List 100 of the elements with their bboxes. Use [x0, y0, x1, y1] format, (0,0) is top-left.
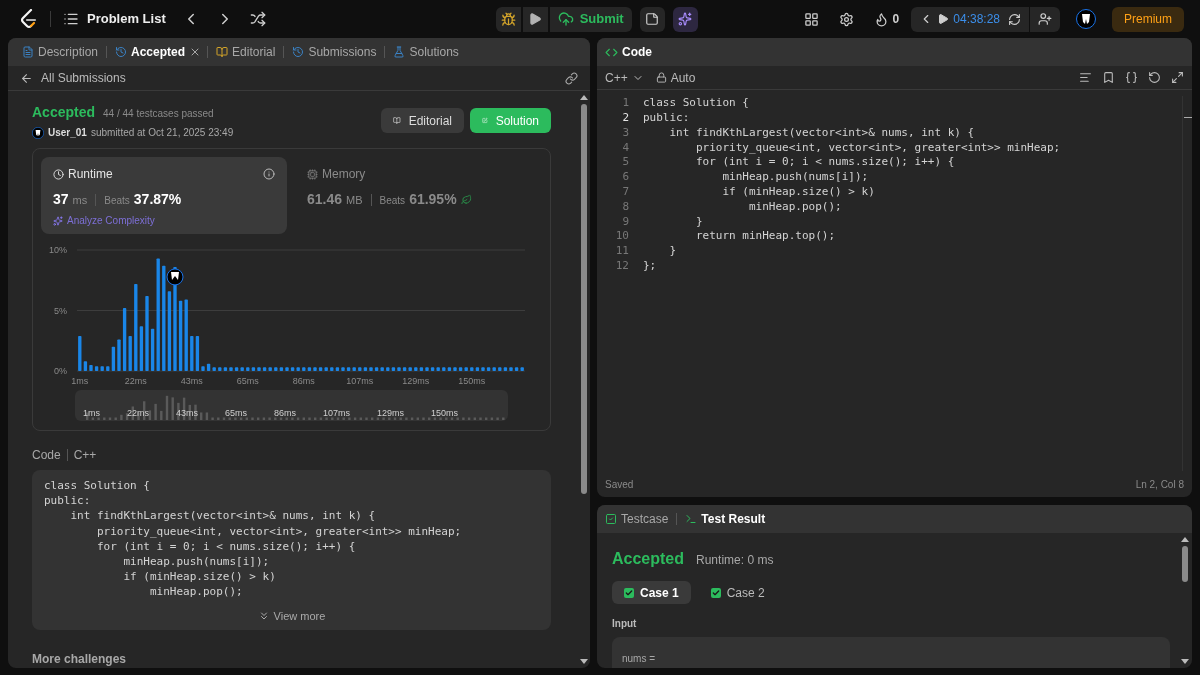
- case-tab[interactable]: Case 1: [612, 581, 691, 604]
- flask-icon: [393, 46, 406, 58]
- clock-icon: [53, 168, 64, 180]
- all-submissions-link[interactable]: All Submissions: [41, 69, 126, 87]
- range-label: 43ms: [175, 406, 198, 420]
- line-number: 12: [614, 257, 629, 274]
- range-label: 129ms: [376, 406, 404, 420]
- stat-card[interactable]: Memory 61.46 MB Beats 61.95%: [295, 157, 541, 234]
- terminal-icon: [685, 513, 698, 525]
- line-number: 1: [621, 95, 629, 112]
- lock-icon: [655, 72, 667, 83]
- logo-icon[interactable]: [20, 9, 38, 29]
- range-label: 65ms: [224, 406, 247, 420]
- info-icon[interactable]: [263, 168, 275, 180]
- code-line: int findKthLargest(vector<int>& nums, int k) {: [668, 124, 975, 141]
- shuffle-icon[interactable]: [249, 11, 266, 27]
- run-button[interactable]: [522, 6, 548, 32]
- history-icon: [115, 46, 128, 58]
- history-icon: [292, 46, 305, 58]
- play-icon[interactable]: [937, 13, 950, 25]
- range-label: 22ms: [127, 406, 149, 420]
- checkbox-icon: [605, 513, 617, 525]
- panel-title: Code: [622, 44, 652, 61]
- panel-tab[interactable]: Accepted: [113, 43, 188, 61]
- beats-value: 37.87%: [133, 190, 182, 209]
- param-name: nums =: [622, 653, 656, 664]
- book-icon: [393, 114, 401, 127]
- submit-button[interactable]: Submit: [549, 6, 632, 32]
- username[interactable]: User_01: [48, 125, 87, 140]
- panel-tab[interactable]: Editorial: [214, 43, 278, 61]
- line-number: 6: [621, 169, 629, 186]
- format-icon[interactable]: [1079, 71, 1092, 84]
- range-label: 1ms: [83, 406, 100, 420]
- leaf-icon: [460, 194, 472, 205]
- settings-icon[interactable]: [838, 11, 854, 27]
- beats-label: Beats: [104, 194, 130, 208]
- range-selector[interactable]: 1ms 22ms 43ms 65ms 86ms 107ms 129ms 150ms: [75, 390, 508, 421]
- avatar-marker: [166, 268, 184, 286]
- layout-icon[interactable]: [803, 11, 819, 27]
- ai-button[interactable]: [672, 6, 698, 32]
- sparkle-icon: [53, 215, 63, 226]
- expand-icon[interactable]: [1171, 71, 1184, 84]
- sparkle-icon: [678, 12, 693, 26]
- code-line: minHeap.pop();: [747, 198, 842, 215]
- code-line: class Solution {: [643, 95, 749, 112]
- streak-count: 0: [892, 11, 900, 28]
- axis-label: 129ms: [402, 376, 430, 386]
- code-line: priority_queue<int, vector<int>, greater<int>> minHeap;: [95, 523, 463, 539]
- bug-icon: [500, 11, 516, 27]
- line-number: 5: [621, 154, 629, 171]
- case-tab[interactable]: Case 2: [698, 581, 777, 604]
- flame-icon[interactable]: [873, 11, 889, 27]
- language-select[interactable]: C++: [605, 68, 644, 87]
- link-icon[interactable]: [565, 71, 578, 85]
- code-label: Code: [32, 447, 61, 464]
- section-heading: More challenges: [32, 651, 128, 668]
- axis-label: 10%: [49, 245, 67, 255]
- stat-card[interactable]: Runtime 37 ms Beats 37.87% Analyze Complexity: [41, 157, 287, 234]
- code-line: };: [643, 257, 657, 274]
- reset-icon[interactable]: [1148, 71, 1161, 84]
- braces-icon[interactable]: [1125, 71, 1138, 84]
- book-icon: [216, 46, 229, 58]
- list-icon[interactable]: [63, 11, 79, 27]
- axis-label: 43ms: [180, 376, 203, 386]
- premium-button[interactable]: Premium: [1112, 6, 1184, 32]
- panel-tab[interactable]: Description: [20, 43, 101, 61]
- line-number: 4: [621, 139, 629, 156]
- axis-label: 107ms: [346, 376, 374, 386]
- code-line: int findKthLargest(vector<int>& nums, int k) {: [69, 508, 377, 524]
- code-line: for (int i = 0; i < nums.size(); i++) {: [95, 538, 357, 554]
- add-user-icon[interactable]: [1038, 12, 1052, 26]
- reset-icon[interactable]: [1008, 12, 1021, 26]
- back-icon[interactable]: [20, 71, 33, 85]
- note-button[interactable]: [639, 6, 665, 32]
- debug-button[interactable]: [495, 6, 521, 32]
- panel-tab[interactable]: Testcase: [605, 510, 669, 528]
- scrollbar[interactable]: [1182, 96, 1192, 471]
- panel-tab[interactable]: Test Result: [685, 510, 766, 528]
- note-icon: [645, 12, 660, 26]
- editorial-button[interactable]: Editorial: [381, 108, 464, 133]
- code-line: minHeap.pop();: [148, 584, 244, 600]
- line-number: 10: [614, 228, 629, 245]
- code-line: }: [694, 213, 703, 230]
- beats-label: Beats: [379, 194, 406, 208]
- chip-icon: [307, 168, 318, 180]
- avatar-icon: [32, 126, 44, 139]
- panel-tab[interactable]: Submissions: [290, 43, 379, 61]
- submitted-text: submitted at Oct 21, 2025 23:49: [90, 126, 234, 140]
- axis-label: 22ms: [124, 376, 147, 386]
- bookmark-icon[interactable]: [1102, 71, 1115, 84]
- code-line: if (minHeap.size() > k): [122, 569, 277, 585]
- panel-tab[interactable]: Solutions: [391, 43, 461, 61]
- problem-list-link[interactable]: Problem List: [87, 9, 166, 29]
- code-line: public:: [44, 493, 92, 509]
- scrollbar[interactable]: [579, 95, 588, 664]
- axis-label: 1ms: [71, 376, 89, 386]
- input-label: Input: [612, 617, 638, 631]
- view-more-button[interactable]: View more: [257, 607, 326, 625]
- testcases-text: 44 / 44 testcases passed: [103, 107, 214, 121]
- mode-label: Auto: [670, 69, 696, 87]
